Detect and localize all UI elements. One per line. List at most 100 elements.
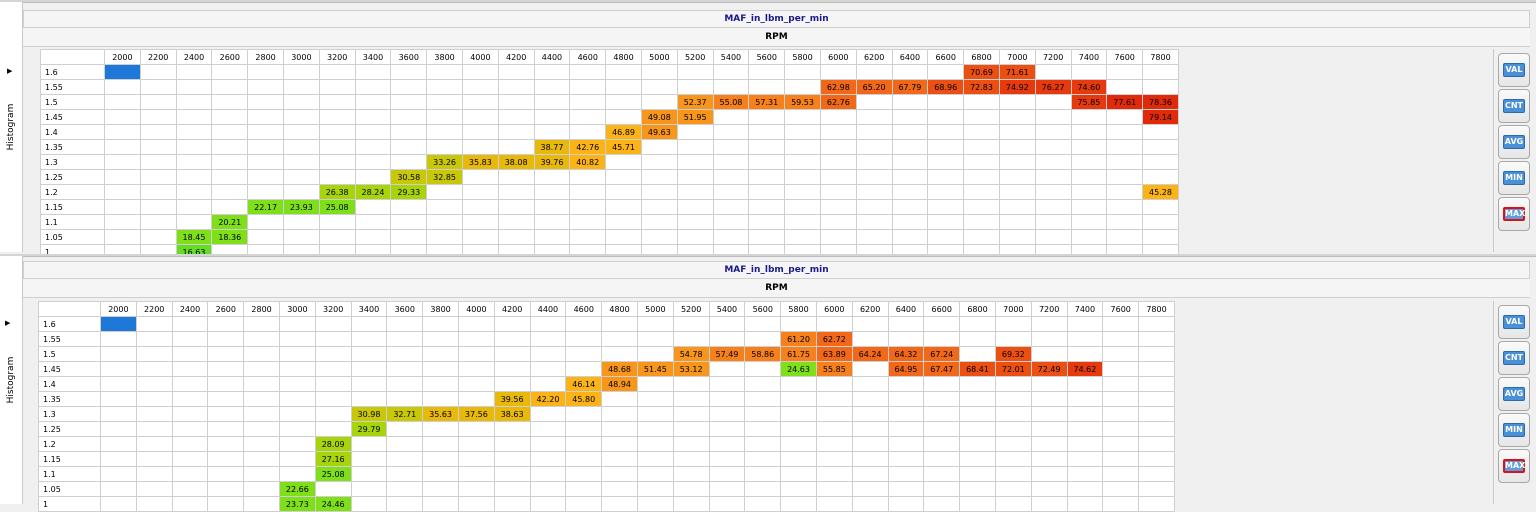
grid-cell[interactable] [1070,184,1108,200]
grid-cell[interactable] [426,214,463,230]
grid-cell[interactable] [1106,64,1144,80]
grid-cell[interactable] [605,184,642,200]
grid-cell[interactable] [708,481,746,497]
grid-cell[interactable] [565,331,603,347]
grid-cell[interactable] [1138,361,1175,377]
grid-cell[interactable] [278,331,316,347]
grid-cell[interactable] [748,199,786,215]
grid-cell[interactable] [708,496,746,512]
grid-cell[interactable] [1138,376,1175,392]
grid-cell[interactable] [243,481,280,497]
grid-cell[interactable] [457,361,495,377]
grid-cell[interactable] [1138,451,1175,467]
grid-cell[interactable]: 30.98 [350,406,388,422]
grid-cell[interactable] [350,361,388,377]
grid-cell[interactable] [601,391,638,407]
grid-cell[interactable] [461,124,499,140]
grid-cell[interactable] [636,331,674,347]
grid-cell[interactable] [1102,481,1140,497]
grid-cell[interactable]: 58.86 [744,346,782,362]
grid-cell[interactable] [1106,214,1144,230]
grid-cell[interactable] [784,169,821,185]
grid-cell[interactable]: 25.08 [318,199,356,215]
grid-cell[interactable] [390,124,428,140]
grid-cell[interactable]: 61.75 [780,346,817,362]
grid-cell[interactable] [171,391,209,407]
grid-cell[interactable]: 22.17 [247,199,284,215]
grid-cell[interactable] [386,361,424,377]
grid-cell[interactable] [1070,169,1108,185]
grid-cell[interactable] [461,169,499,185]
grid-cell[interactable] [851,481,889,497]
grid-cell[interactable] [1138,496,1175,512]
grid-cell[interactable] [1142,229,1179,245]
grid-cell[interactable] [994,451,1032,467]
grid-cell[interactable] [708,436,746,452]
grid-cell[interactable] [676,229,714,245]
max-view-button[interactable]: MAX [1498,197,1530,231]
grid-cell[interactable]: 68.41 [959,361,996,377]
grid-cell[interactable] [676,154,714,170]
grid-cell[interactable] [175,154,213,170]
grid-cell[interactable] [1142,64,1179,80]
grid-cell[interactable] [497,214,535,230]
grid-cell[interactable] [601,316,638,332]
grid-cell[interactable] [927,139,965,155]
grid-cell[interactable]: 40.82 [569,154,607,170]
grid-cell[interactable] [640,229,678,245]
grid-cell[interactable] [175,79,213,95]
grid-cell[interactable] [175,199,213,215]
grid-cell[interactable] [100,376,137,392]
grid-cell[interactable] [461,79,499,95]
grid-cell[interactable] [1106,139,1144,155]
grid-cell[interactable] [1102,436,1140,452]
grid-cell[interactable] [211,139,249,155]
grid-cell[interactable] [1106,199,1144,215]
grid-cell[interactable] [426,184,463,200]
grid-cell[interactable] [282,229,320,245]
grid-cell[interactable] [529,451,567,467]
grid-cell[interactable]: 24.46 [314,496,352,512]
grid-cell[interactable] [744,406,782,422]
grid-cell[interactable] [1034,109,1072,125]
grid-cell[interactable] [139,94,177,110]
grid-cell[interactable] [959,481,996,497]
grid-cell[interactable] [314,406,352,422]
grid-cell[interactable] [998,184,1036,200]
grid-cell[interactable] [1030,421,1068,437]
grid-cell[interactable] [1102,316,1140,332]
grid-cell[interactable] [497,184,535,200]
grid-cell[interactable] [998,169,1036,185]
grid-cell[interactable] [851,406,889,422]
grid-cell[interactable]: 32.71 [386,406,424,422]
grid-cell[interactable] [819,124,857,140]
grid-cell[interactable] [1034,154,1072,170]
grid-cell[interactable] [422,316,459,332]
grid-cell[interactable] [1070,64,1108,80]
grid-cell[interactable] [784,109,821,125]
grid-cell[interactable] [1034,94,1072,110]
grid-cell[interactable] [493,316,531,332]
grid-cell[interactable] [708,376,746,392]
grid-cell[interactable] [529,316,567,332]
grid-cell[interactable] [497,109,535,125]
grid-cell[interactable] [171,331,209,347]
grid-cell[interactable] [815,436,853,452]
grid-cell[interactable] [887,421,925,437]
grid-cell[interactable] [712,154,750,170]
grid-cell[interactable] [529,421,567,437]
grid-cell[interactable] [963,184,1000,200]
grid-cell[interactable] [386,496,424,512]
grid-cell[interactable] [247,109,284,125]
grid-cell[interactable] [1138,391,1175,407]
grid-cell[interactable]: 18.36 [211,229,249,245]
grid-cell[interactable] [533,229,571,245]
grid-cell[interactable] [640,64,678,80]
grid-cell[interactable] [100,466,137,482]
grid-cell[interactable] [605,229,642,245]
grid-cell[interactable] [672,496,710,512]
grid-cell[interactable] [927,229,965,245]
grid-cell[interactable] [851,466,889,482]
grid-cell[interactable] [1102,331,1140,347]
grid-cell[interactable] [350,466,388,482]
